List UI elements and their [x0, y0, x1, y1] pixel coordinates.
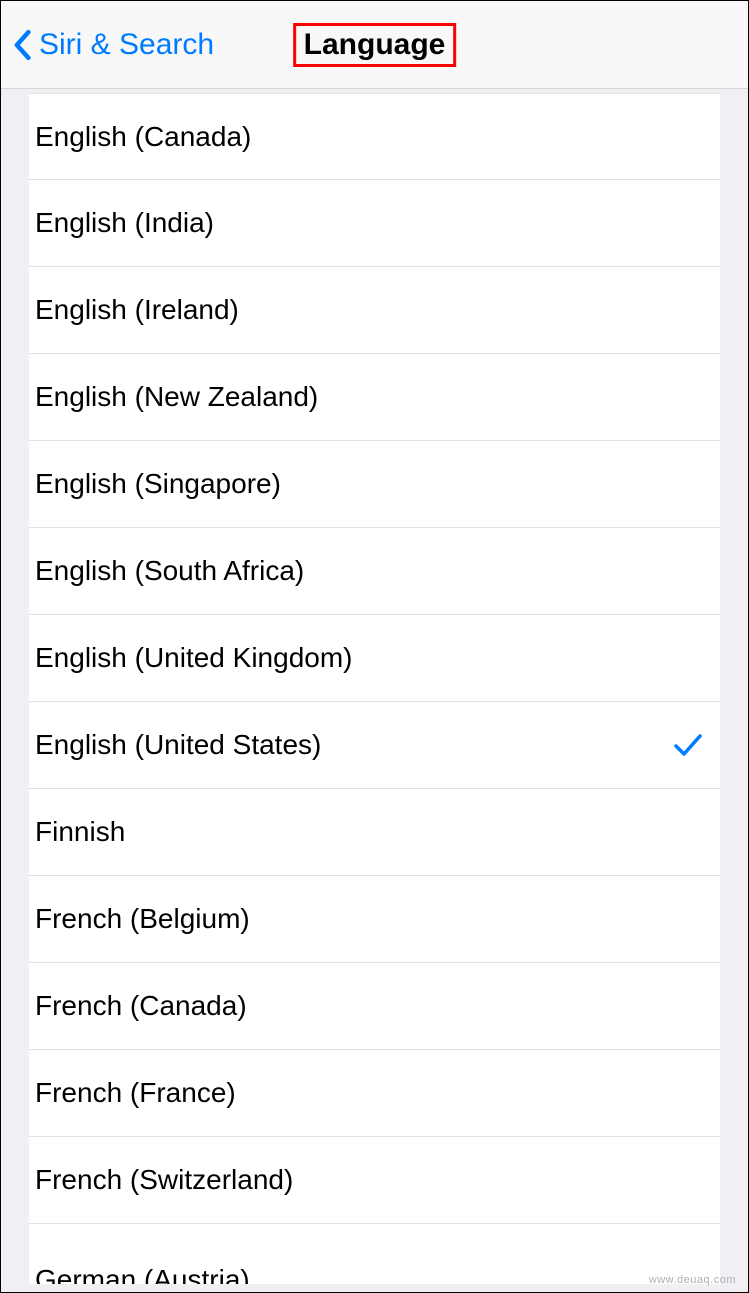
language-label: German (Austria) [35, 1264, 250, 1284]
checkmark-icon [674, 733, 702, 757]
language-label: English (Singapore) [35, 468, 281, 500]
chevron-left-icon [13, 29, 31, 61]
language-label: Finnish [35, 816, 125, 848]
language-row[interactable]: Finnish [29, 789, 720, 876]
language-label: French (France) [35, 1077, 236, 1109]
language-label: English (India) [35, 207, 214, 239]
language-row[interactable]: English (New Zealand) [29, 354, 720, 441]
language-label: English (New Zealand) [35, 381, 318, 413]
language-label: English (United States) [35, 729, 321, 761]
language-list: English (Canada) English (India) English… [29, 93, 720, 1284]
content-area: English (Canada) English (India) English… [1, 89, 748, 1292]
language-label: French (Belgium) [35, 903, 250, 935]
language-row[interactable]: French (Switzerland) [29, 1137, 720, 1224]
language-label: English (South Africa) [35, 555, 304, 587]
language-row[interactable]: English (Singapore) [29, 441, 720, 528]
language-label: English (United Kingdom) [35, 642, 353, 674]
language-label: French (Switzerland) [35, 1164, 293, 1196]
watermark: www.deuaq.com [649, 1274, 736, 1286]
language-label: English (Canada) [35, 121, 251, 153]
language-row[interactable]: English (South Africa) [29, 528, 720, 615]
language-row[interactable]: English (United States) [29, 702, 720, 789]
page-title: Language [293, 23, 457, 67]
language-row[interactable]: English (India) [29, 180, 720, 267]
navigation-bar: Siri & Search Language [1, 1, 748, 89]
language-label: French (Canada) [35, 990, 247, 1022]
back-button[interactable]: Siri & Search [13, 28, 214, 62]
back-label: Siri & Search [39, 28, 214, 62]
language-label: English (Ireland) [35, 294, 239, 326]
language-row[interactable]: French (Belgium) [29, 876, 720, 963]
language-row[interactable]: French (France) [29, 1050, 720, 1137]
language-row[interactable]: German (Austria) [29, 1224, 720, 1284]
language-row[interactable]: English (Canada) [29, 93, 720, 180]
language-row[interactable]: French (Canada) [29, 963, 720, 1050]
language-row[interactable]: English (Ireland) [29, 267, 720, 354]
language-row[interactable]: English (United Kingdom) [29, 615, 720, 702]
